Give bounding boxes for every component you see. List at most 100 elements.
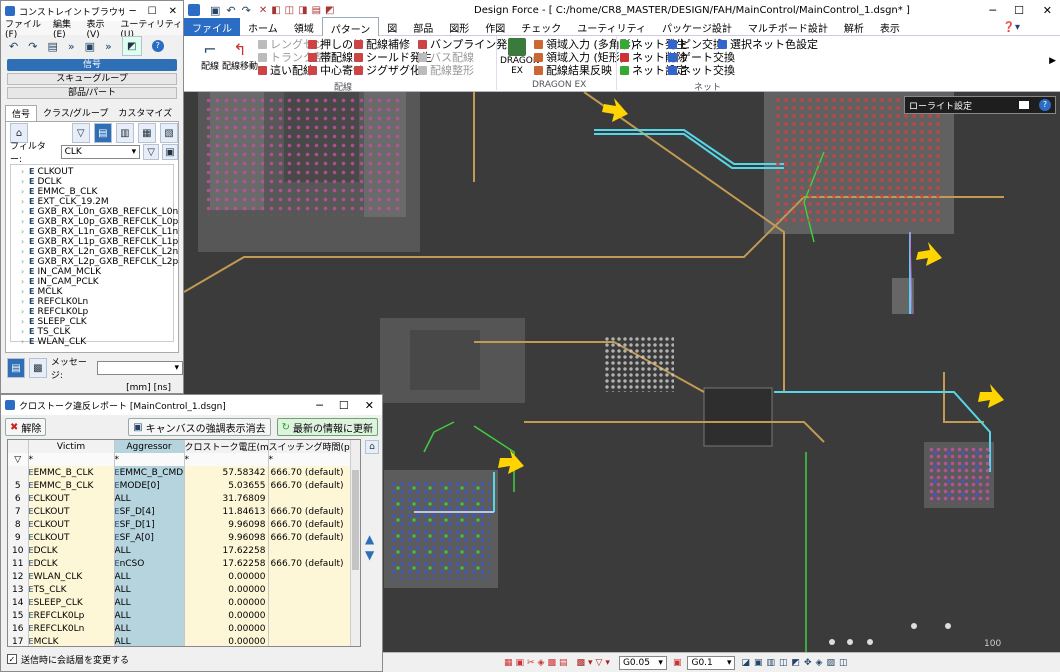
tab-package[interactable]: パッケージ設計 — [654, 17, 740, 38]
close-button[interactable]: ✕ — [1043, 4, 1052, 17]
status-right-icons[interactable]: ◪▣▥◫◩✥◈▨◫ — [741, 658, 851, 668]
expand-icon[interactable]: › — [21, 197, 29, 207]
signal-tree-item[interactable]: › E IN_CAM_MCLK — [11, 267, 173, 277]
minimize-button[interactable]: ─ — [124, 6, 142, 17]
aggressor-cell[interactable]: ALL — [114, 492, 185, 505]
expand-icon[interactable]: › — [21, 237, 29, 247]
menu-view[interactable]: 表示(V) — [86, 17, 112, 40]
minimize-button[interactable]: ─ — [989, 4, 996, 17]
view-icon[interactable]: ▦ — [137, 123, 156, 143]
tool-icon[interactable]: ▣ — [85, 40, 95, 53]
signal-tree-item[interactable]: › E REFCLK0Ln — [11, 297, 173, 307]
signal-tree-item[interactable]: › E WLAN_CLK — [11, 337, 173, 347]
redo-icon[interactable]: ↷ — [28, 40, 37, 53]
signal-tree-item[interactable]: › E GXB_RX_L0p_GXB_REFCLK_L0p — [11, 217, 178, 227]
signal-tree-item[interactable]: › E GXB_RX_L2p_GXB_REFCLK_L2p — [11, 257, 178, 267]
lowlight-toggle-icon[interactable] — [1019, 101, 1029, 109]
scroll-thumb[interactable] — [352, 470, 359, 570]
grid1-select[interactable]: G0.05 ▾ — [618, 655, 667, 670]
expand-icon[interactable]: › — [21, 267, 29, 277]
tab-draw[interactable]: 作図 — [477, 17, 513, 38]
redo-icon[interactable]: ↷ — [242, 4, 251, 17]
expand-icon[interactable]: › — [21, 187, 29, 197]
expand-icon[interactable]: › — [21, 307, 29, 317]
aggressor-cell[interactable]: ALL — [114, 609, 185, 622]
victim-cell[interactable]: ECLKOUT — [28, 492, 115, 505]
tool-icon[interactable]: ▤ — [47, 40, 57, 53]
filter-icon[interactable]: ▽ — [71, 123, 90, 143]
signal-tree-item[interactable]: › E CLKOUT — [11, 167, 173, 177]
tab-file[interactable]: ファイル — [184, 18, 240, 37]
expand-icon[interactable]: › — [21, 337, 29, 347]
ribbon-item[interactable]: ゲート交換 — [668, 51, 735, 64]
table-row[interactable]: 10 EDCLK ALL 17.62258 — [8, 544, 353, 557]
message-icon[interactable]: ▤ — [7, 358, 25, 378]
filter-cell[interactable]: * — [184, 453, 269, 466]
move-route-button[interactable]: ↰ 配線移動 — [222, 40, 258, 72]
maximize-button[interactable]: ☐ — [1014, 4, 1024, 17]
mode-button-signal[interactable]: 信号 — [7, 59, 177, 71]
expand-icon[interactable]: › — [21, 327, 29, 337]
scroll-up-icon[interactable]: ▲ — [365, 532, 381, 546]
signal-tree-item[interactable]: › E EMMC_B_CLK — [11, 187, 173, 197]
aggressor-cell[interactable]: ESF_D[1] — [114, 518, 185, 531]
tab-customize[interactable]: カスタマイズ — [114, 105, 176, 121]
victim-cell[interactable]: EREFCLK0Ln — [28, 622, 115, 635]
victim-cell[interactable]: EEMMC_B_CLK — [28, 466, 115, 479]
tool-icon[interactable]: » — [105, 40, 112, 53]
route-button[interactable]: ⌐ 配線 — [198, 40, 222, 72]
table-row[interactable]: 7 ECLKOUT ESF_D[4] 11.84613 666.70 (default) — [8, 505, 353, 518]
apply-filter-icon[interactable]: ▽ — [143, 144, 160, 160]
table-row[interactable]: 9 ECLKOUT ESF_A[0] 9.96098 666.70 (default) — [8, 531, 353, 544]
close-button[interactable]: ✕ — [163, 6, 183, 17]
table-row[interactable]: 8 ECLKOUT ESF_D[1] 9.96098 666.70 (default) — [8, 518, 353, 531]
filter-select[interactable]: CLK ▾ — [60, 145, 141, 159]
signal-tree-item[interactable]: › E MCLK — [11, 287, 173, 297]
tool-icon[interactable]: ◩ — [121, 36, 142, 56]
table-row[interactable]: 12 EWLAN_CLK ALL 0.00000 — [8, 570, 353, 583]
col-aggressor[interactable]: Aggressor — [114, 440, 185, 453]
tab-multiboard[interactable]: マルチボード設計 — [740, 17, 836, 38]
clear-filter-icon[interactable]: ▣ — [162, 144, 178, 160]
tab-area[interactable]: 領域 — [286, 17, 322, 38]
expand-icon[interactable]: › — [21, 257, 29, 267]
refresh-button[interactable]: ↻ 最新の情報に更新 — [276, 418, 378, 436]
home-icon[interactable]: ⌂ — [365, 440, 379, 454]
tab-check[interactable]: チェック — [513, 17, 569, 38]
menu-file[interactable]: ファイル(F) — [5, 17, 45, 40]
undo-icon[interactable]: ↶ — [9, 40, 18, 53]
victim-cell[interactable]: ESLEEP_CLK — [28, 596, 115, 609]
expand-icon[interactable]: › — [21, 207, 29, 217]
expand-icon[interactable]: › — [21, 167, 29, 177]
signal-tree-item[interactable]: › E EXT_CLK_19.2M — [11, 197, 173, 207]
cancel-button[interactable]: ✖ 解除 — [5, 418, 47, 436]
ribbon-item[interactable]: 選択ネット色設定 — [718, 38, 818, 51]
signal-tree-item[interactable]: › E GXB_RX_L1p_GXB_REFCLK_L1p — [11, 237, 178, 247]
col-time[interactable]: スイッチング時間(ps) — [268, 440, 353, 453]
victim-cell[interactable]: EEMMC_B_CLK — [28, 479, 115, 492]
table-row[interactable]: 16 EREFCLK0Ln ALL 0.00000 — [8, 622, 353, 635]
undo-icon[interactable]: ↶ — [226, 4, 235, 17]
close-button[interactable]: ✕ — [357, 399, 382, 412]
filter-icon[interactable]: ▽ — [8, 453, 29, 466]
table-row[interactable]: 6 ECLKOUT ALL 31.76809 — [8, 492, 353, 505]
victim-cell[interactable]: ECLKOUT — [28, 505, 115, 518]
mode-button-parts[interactable]: 部品/パート — [7, 87, 177, 99]
vertical-scrollbar[interactable] — [350, 440, 360, 646]
table-row[interactable]: 5 EEMMC_B_CLK EMODE[0] 5.03655 666.70 (defau… — [8, 479, 353, 492]
expand-icon[interactable]: › — [21, 217, 29, 227]
menu-edit[interactable]: 編集(E) — [53, 17, 78, 40]
signal-tree-item[interactable]: › E GXB_RX_L1n_GXB_REFCLK_L1n — [11, 227, 178, 237]
lowlight-help-icon[interactable]: ? — [1039, 99, 1051, 111]
maximize-button[interactable]: ☐ — [142, 6, 163, 17]
signal-tree-item[interactable]: › E IN_CAM_PCLK — [11, 277, 173, 287]
aggressor-cell[interactable]: EnCSO — [114, 557, 185, 570]
aggressor-cell[interactable]: ALL — [114, 544, 185, 557]
expand-icon[interactable]: › — [21, 177, 29, 187]
tab-signal[interactable]: 信号 — [5, 105, 38, 121]
message-select[interactable]: ▾ — [97, 361, 183, 375]
table-row[interactable]: 15 EREFCLK0Lp ALL 0.00000 — [8, 609, 353, 622]
aggressor-cell[interactable]: ALL — [114, 570, 185, 583]
help-icon[interactable]: ❓▾ — [1003, 22, 1020, 33]
tab-home[interactable]: ホーム — [240, 17, 286, 38]
